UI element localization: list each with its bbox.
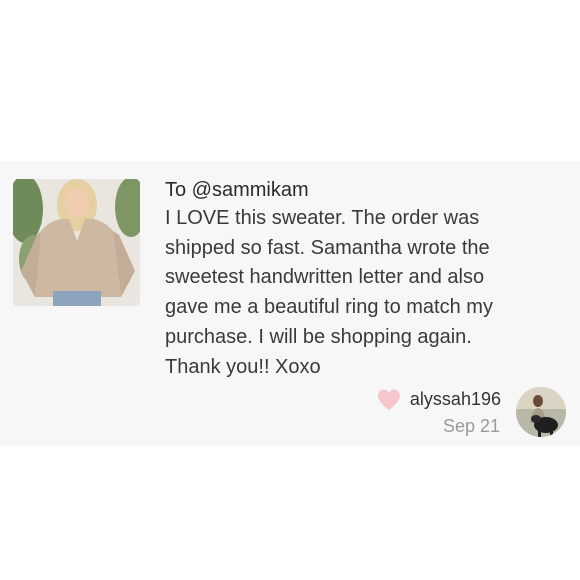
- comment-line: sweetest handwritten letter and also: [165, 266, 485, 289]
- product-photo: [13, 179, 140, 306]
- reviewer-username[interactable]: alyssah196: [410, 387, 501, 411]
- recipient-line: To @sammikam: [165, 179, 309, 201]
- comment-line: Thank you!! Xoxo: [165, 355, 321, 378]
- review-date: Sep 21: [442, 416, 500, 436]
- comment-line: gave me a beautiful ring to match my: [165, 296, 493, 319]
- heart-icon[interactable]: [376, 388, 402, 412]
- comment-line: I LOVE this sweater. The order was: [165, 207, 480, 229]
- avatar[interactable]: [516, 387, 566, 437]
- comment-line: purchase. I will be shopping again.: [165, 325, 472, 348]
- review-card: To @sammikam I LOVE this sweater. The or…: [0, 161, 580, 446]
- comment-line: shipped so fast. Samantha wrote the: [165, 236, 490, 259]
- review-comment: To @sammikam I LOVE this sweater. The or…: [165, 176, 560, 382]
- product-thumbnail[interactable]: [13, 179, 140, 306]
